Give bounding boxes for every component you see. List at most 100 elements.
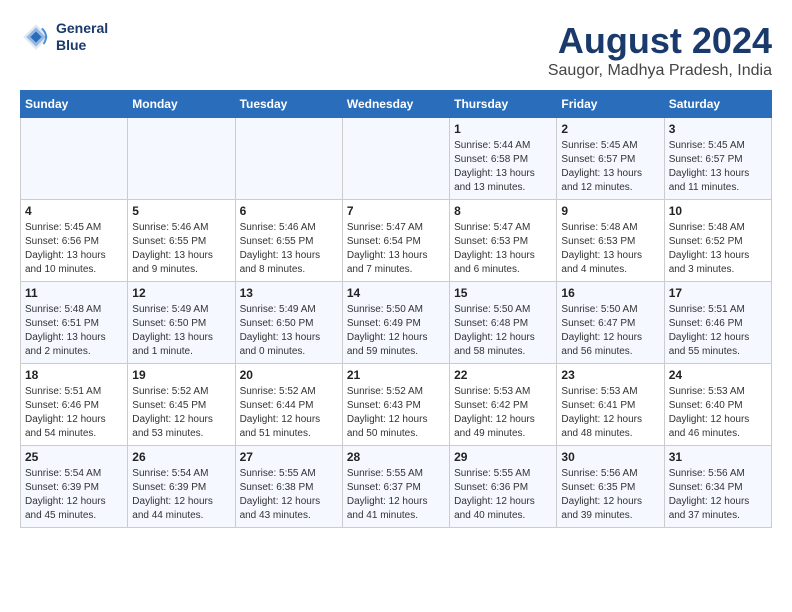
day-cell: 13 Sunrise: 5:49 AMSunset: 6:50 PMDayligh… (235, 282, 342, 364)
day-info: Sunrise: 5:52 AMSunset: 6:45 PMDaylight:… (132, 385, 230, 441)
week-row-1: 1 Sunrise: 5:44 AMSunset: 6:58 PMDaylight… (21, 118, 772, 200)
day-header-thursday: Thursday (450, 91, 557, 118)
day-info: Sunrise: 5:45 AMSunset: 6:57 PMDaylight:… (561, 139, 659, 195)
day-number: 6 (240, 204, 338, 218)
day-header-saturday: Saturday (664, 91, 771, 118)
logo-text: General Blue (56, 20, 108, 54)
day-cell (342, 118, 449, 200)
day-info: Sunrise: 5:49 AMSunset: 6:50 PMDaylight:… (240, 303, 338, 359)
day-cell: 8 Sunrise: 5:47 AMSunset: 6:53 PMDaylight… (450, 200, 557, 282)
day-number: 5 (132, 204, 230, 218)
day-number: 4 (25, 204, 123, 218)
day-header-wednesday: Wednesday (342, 91, 449, 118)
day-number: 1 (454, 122, 552, 136)
day-cell: 21 Sunrise: 5:52 AMSunset: 6:43 PMDayligh… (342, 364, 449, 446)
calendar-header-row: SundayMondayTuesdayWednesdayThursdayFrid… (21, 91, 772, 118)
day-info: Sunrise: 5:54 AMSunset: 6:39 PMDaylight:… (25, 467, 123, 523)
day-info: Sunrise: 5:50 AMSunset: 6:49 PMDaylight:… (347, 303, 445, 359)
day-info: Sunrise: 5:48 AMSunset: 6:52 PMDaylight:… (669, 221, 767, 277)
day-info: Sunrise: 5:48 AMSunset: 6:51 PMDaylight:… (25, 303, 123, 359)
day-info: Sunrise: 5:50 AMSunset: 6:47 PMDaylight:… (561, 303, 659, 359)
day-header-tuesday: Tuesday (235, 91, 342, 118)
day-number: 11 (25, 286, 123, 300)
day-number: 31 (669, 450, 767, 464)
day-info: Sunrise: 5:45 AMSunset: 6:57 PMDaylight:… (669, 139, 767, 195)
day-number: 22 (454, 368, 552, 382)
day-info: Sunrise: 5:52 AMSunset: 6:43 PMDaylight:… (347, 385, 445, 441)
day-number: 16 (561, 286, 659, 300)
day-number: 10 (669, 204, 767, 218)
day-number: 28 (347, 450, 445, 464)
day-cell: 4Sunrise: 5:45 AMSunset: 6:56 PMDaylight… (21, 200, 128, 282)
day-number: 18 (25, 368, 123, 382)
day-info: Sunrise: 5:55 AMSunset: 6:37 PMDaylight:… (347, 467, 445, 523)
day-number: 24 (669, 368, 767, 382)
day-cell: 1 Sunrise: 5:44 AMSunset: 6:58 PMDaylight… (450, 118, 557, 200)
day-cell: 6 Sunrise: 5:46 AMSunset: 6:55 PMDaylight… (235, 200, 342, 282)
day-number: 13 (240, 286, 338, 300)
day-cell: 28 Sunrise: 5:55 AMSunset: 6:37 PMDayligh… (342, 446, 449, 528)
day-cell: 12Sunrise: 5:49 AMSunset: 6:50 PMDayligh… (128, 282, 235, 364)
day-cell: 31 Sunrise: 5:56 AMSunset: 6:34 PMDayligh… (664, 446, 771, 528)
day-cell: 16 Sunrise: 5:50 AMSunset: 6:47 PMDayligh… (557, 282, 664, 364)
day-info: Sunrise: 5:47 AMSunset: 6:54 PMDaylight:… (347, 221, 445, 277)
day-cell: 7 Sunrise: 5:47 AMSunset: 6:54 PMDaylight… (342, 200, 449, 282)
day-header-sunday: Sunday (21, 91, 128, 118)
day-header-friday: Friday (557, 91, 664, 118)
day-cell: 9 Sunrise: 5:48 AMSunset: 6:53 PMDaylight… (557, 200, 664, 282)
day-info: Sunrise: 5:49 AMSunset: 6:50 PMDaylight:… (132, 303, 230, 359)
day-header-monday: Monday (128, 91, 235, 118)
calendar-table: SundayMondayTuesdayWednesdayThursdayFrid… (20, 90, 772, 528)
day-cell: 29 Sunrise: 5:55 AMSunset: 6:36 PMDayligh… (450, 446, 557, 528)
day-cell (235, 118, 342, 200)
day-cell: 10 Sunrise: 5:48 AMSunset: 6:52 PMDayligh… (664, 200, 771, 282)
day-cell: 5Sunrise: 5:46 AMSunset: 6:55 PMDaylight… (128, 200, 235, 282)
subtitle: Saugor, Madhya Pradesh, India (548, 62, 772, 80)
day-info: Sunrise: 5:53 AMSunset: 6:41 PMDaylight:… (561, 385, 659, 441)
day-info: Sunrise: 5:53 AMSunset: 6:40 PMDaylight:… (669, 385, 767, 441)
week-row-5: 25 Sunrise: 5:54 AMSunset: 6:39 PMDayligh… (21, 446, 772, 528)
day-number: 8 (454, 204, 552, 218)
main-title: August 2024 (548, 20, 772, 62)
day-info: Sunrise: 5:55 AMSunset: 6:38 PMDaylight:… (240, 467, 338, 523)
day-cell: 14 Sunrise: 5:50 AMSunset: 6:49 PMDayligh… (342, 282, 449, 364)
day-cell: 19Sunrise: 5:52 AMSunset: 6:45 PMDayligh… (128, 364, 235, 446)
day-cell: 20Sunrise: 5:52 AMSunset: 6:44 PMDayligh… (235, 364, 342, 446)
day-info: Sunrise: 5:51 AMSunset: 6:46 PMDaylight:… (669, 303, 767, 359)
title-block: August 2024 Saugor, Madhya Pradesh, Indi… (548, 20, 772, 80)
day-cell: 2 Sunrise: 5:45 AMSunset: 6:57 PMDaylight… (557, 118, 664, 200)
day-info: Sunrise: 5:56 AMSunset: 6:35 PMDaylight:… (561, 467, 659, 523)
day-cell: 18Sunrise: 5:51 AMSunset: 6:46 PMDayligh… (21, 364, 128, 446)
day-number: 2 (561, 122, 659, 136)
day-info: Sunrise: 5:55 AMSunset: 6:36 PMDaylight:… (454, 467, 552, 523)
day-number: 30 (561, 450, 659, 464)
day-cell: 3 Sunrise: 5:45 AMSunset: 6:57 PMDaylight… (664, 118, 771, 200)
day-info: Sunrise: 5:44 AMSunset: 6:58 PMDaylight:… (454, 139, 552, 195)
day-info: Sunrise: 5:48 AMSunset: 6:53 PMDaylight:… (561, 221, 659, 277)
day-number: 23 (561, 368, 659, 382)
day-number: 3 (669, 122, 767, 136)
day-number: 15 (454, 286, 552, 300)
day-number: 26 (132, 450, 230, 464)
day-number: 7 (347, 204, 445, 218)
day-number: 21 (347, 368, 445, 382)
logo: General Blue (20, 20, 108, 54)
day-number: 25 (25, 450, 123, 464)
day-number: 14 (347, 286, 445, 300)
day-info: Sunrise: 5:56 AMSunset: 6:34 PMDaylight:… (669, 467, 767, 523)
week-row-2: 4Sunrise: 5:45 AMSunset: 6:56 PMDaylight… (21, 200, 772, 282)
day-cell: 27Sunrise: 5:55 AMSunset: 6:38 PMDayligh… (235, 446, 342, 528)
day-info: Sunrise: 5:53 AMSunset: 6:42 PMDaylight:… (454, 385, 552, 441)
day-number: 9 (561, 204, 659, 218)
day-info: Sunrise: 5:46 AMSunset: 6:55 PMDaylight:… (240, 221, 338, 277)
week-row-3: 11 Sunrise: 5:48 AMSunset: 6:51 PMDayligh… (21, 282, 772, 364)
day-cell (128, 118, 235, 200)
logo-icon (20, 21, 52, 53)
day-number: 29 (454, 450, 552, 464)
day-number: 17 (669, 286, 767, 300)
day-cell: 17 Sunrise: 5:51 AMSunset: 6:46 PMDayligh… (664, 282, 771, 364)
day-cell: 22 Sunrise: 5:53 AMSunset: 6:42 PMDayligh… (450, 364, 557, 446)
page-header: General Blue August 2024 Saugor, Madhya … (20, 20, 772, 80)
day-cell: 11 Sunrise: 5:48 AMSunset: 6:51 PMDayligh… (21, 282, 128, 364)
day-info: Sunrise: 5:47 AMSunset: 6:53 PMDaylight:… (454, 221, 552, 277)
